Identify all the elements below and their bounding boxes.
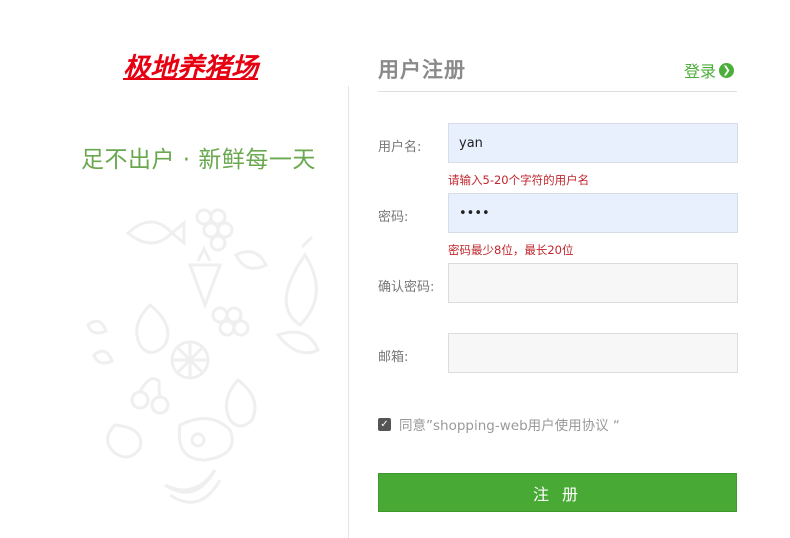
- password-input[interactable]: [448, 193, 738, 233]
- fish-icon: [125, 219, 186, 247]
- username-label: 用户名:: [378, 140, 422, 155]
- login-link-label[interactable]: 登录: [684, 58, 716, 82]
- eggplant-icon: [284, 235, 318, 327]
- agreement-text: 同意”shopping-web用户使用协议 “: [399, 418, 620, 434]
- register-button[interactable]: 注 册: [378, 473, 737, 512]
- food-illustration: [86, 208, 320, 504]
- email-input[interactable]: [448, 333, 738, 373]
- agreement-checkbox[interactable]: ✓: [378, 417, 391, 431]
- confirm-password-input[interactable]: [448, 263, 738, 303]
- vertical-divider: [348, 86, 349, 538]
- pear-icon: [135, 302, 170, 354]
- brand-logo: 极地养猪场: [123, 53, 258, 84]
- cherry-icon: [130, 377, 170, 415]
- page-title: 用户注册: [378, 58, 466, 82]
- confirm-password-label: 确认密码:: [378, 280, 435, 295]
- password-label: 密码:: [378, 210, 409, 225]
- chevron-right-icon[interactable]: ❯: [719, 62, 735, 78]
- grapes-icon: [195, 208, 234, 252]
- pear-icon: [224, 377, 257, 428]
- title-divider: [378, 91, 737, 92]
- apple-icon: [106, 423, 143, 459]
- username-input[interactable]: [448, 123, 738, 163]
- carrot-icon: [187, 245, 223, 310]
- leaf-icon: [86, 319, 114, 365]
- left-panel: 极地养猪场 足不出户 · 新鲜每一天: [0, 0, 348, 538]
- banana-icon: [164, 469, 222, 504]
- email-label: 邮箱:: [378, 350, 409, 365]
- username-hint: 请输入5-20个字符的用户名: [448, 173, 590, 187]
- agreement-row[interactable]: ✓ 同意”shopping-web用户使用协议 “: [378, 414, 620, 434]
- login-link[interactable]: 登录 ❯: [684, 58, 735, 82]
- shrimp-icon: [275, 330, 320, 355]
- slogan: 足不出户 · 新鲜每一天: [81, 147, 316, 173]
- lemon-slice-icon: [170, 340, 210, 380]
- grapes-icon: [211, 306, 250, 337]
- meat-icon: [177, 417, 234, 462]
- password-hint: 密码最少8位，最长20位: [448, 243, 574, 257]
- leaf-icon: [233, 250, 269, 270]
